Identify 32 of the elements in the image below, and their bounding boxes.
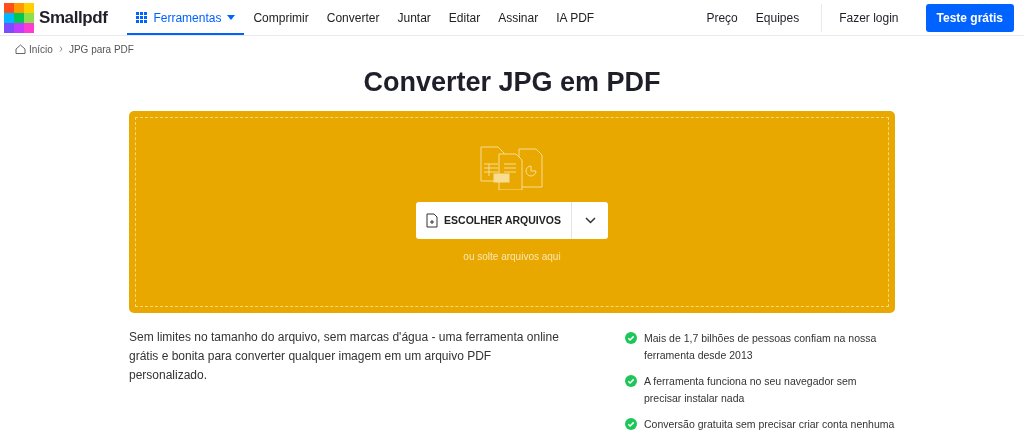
breadcrumb-link[interactable]: JPG para PDF [68, 41, 134, 57]
nav-link[interactable]: Preço [706, 8, 738, 27]
nav-tab[interactable]: Converter [317, 2, 389, 35]
check-circle-icon [625, 418, 637, 430]
feature-text: Conversão gratuita sem precisar criar conta nenhuma [644, 417, 895, 432]
nav-link[interactable]: Equipes [755, 8, 800, 27]
feature-text: Mais de 1,7 bilhões de pessoas confiam na nossa ferramenta desde 2013 [644, 331, 878, 363]
dropzone[interactable]: ESCOLHER ARQUIVOS ou solte arquivos aqui [129, 111, 895, 313]
grid-icon [136, 12, 148, 23]
trial-button[interactable]: Teste grátis [925, 3, 1014, 32]
nav-tab[interactable]: Ferramentas [127, 2, 245, 35]
page-title: Converter JPG em PDF [362, 66, 662, 99]
nav-tab[interactable]: Assinar [489, 2, 548, 35]
check-circle-icon [625, 375, 637, 387]
file-plus-icon [426, 213, 439, 228]
drop-hint: ou solte arquivos aqui [463, 250, 561, 264]
check-circle-icon [625, 332, 637, 344]
logo-text[interactable]: Smallpdf [39, 4, 108, 31]
breadcrumb-link[interactable]: Início [29, 41, 53, 57]
description: Sem limites no tamanho do arquivo, sem marcas d'água - uma ferramenta online grátis e bonita para converter qualquer imagem em um arquivo PDF personalizado. [129, 329, 559, 384]
documents-icon [479, 146, 545, 190]
logo-icon[interactable] [4, 2, 34, 33]
nav-tab[interactable]: IA PDF [547, 2, 604, 35]
nav-tab[interactable]: Juntar [388, 2, 440, 35]
chevron-right-icon [58, 46, 63, 52]
caret-icon [227, 15, 236, 20]
home-icon [15, 44, 26, 54]
nav-tab[interactable]: Comprimir [244, 2, 318, 35]
login-link[interactable]: Fazer login [839, 8, 899, 27]
feature-text: A ferramenta funciona no seu navegador sem precisar instalar nada [644, 374, 858, 406]
nav-tab[interactable]: Editar [439, 2, 490, 35]
chevron-down-icon [584, 217, 596, 224]
